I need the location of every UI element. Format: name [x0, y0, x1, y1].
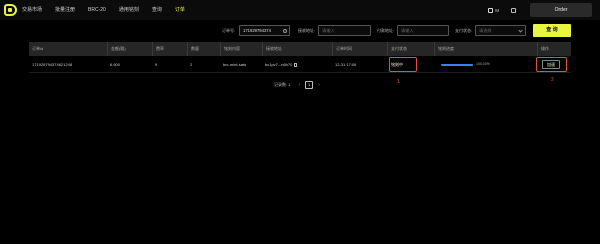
receive-address-label: 接收地址: — [298, 28, 316, 33]
cell-fee: 9 — [155, 62, 158, 67]
cell-address: bc1pv7...n6h70 — [262, 56, 298, 73]
col-content: 铭刻内容 — [220, 42, 262, 56]
table-header: 订单id 金额(聪) 费率 数量 铭刻内容 接收地址 订单时间 支付状态 铭刻进… — [29, 42, 571, 56]
record-count: 记录数: 1 — [274, 82, 291, 87]
chevron-down-icon — [518, 28, 523, 33]
pagination: 记录数: 1 ‹ 1 › — [274, 81, 323, 89]
nav-item-batch-register[interactable]: 批量注册 — [55, 6, 75, 14]
language-icon — [488, 7, 494, 13]
cell-content: brc-mint-sats — [223, 62, 247, 67]
order-button[interactable]: Order — [530, 3, 592, 17]
col-time: 订单时间 — [332, 42, 387, 56]
col-action: 操作 — [537, 42, 571, 56]
main-nav: 交易市场 批量注册 BRC-20 通用铭刻 查询 订单 — [22, 6, 198, 14]
annotation-marker-1: 1 — [397, 79, 400, 85]
settings-icon[interactable] — [511, 7, 516, 13]
nav-item-brc20[interactable]: BRC-20 — [88, 6, 106, 14]
nav-item-market[interactable]: 交易市场 — [22, 6, 42, 14]
nav-right-group: M Order — [488, 3, 592, 17]
inscribe-progress-label: 100.00% — [476, 62, 490, 66]
pay-status-label: 支付状态: — [455, 28, 473, 33]
order-id-value: 171929794374 — [243, 28, 271, 33]
receive-address-input[interactable]: 请输入 — [318, 25, 371, 36]
annotation-marker-2: 2 — [551, 77, 554, 83]
language-switcher[interactable]: M — [488, 7, 499, 13]
brand-logo[interactable] — [4, 4, 17, 16]
cell-quantity: 2 — [190, 62, 193, 67]
order-id-label: 订单号: — [222, 28, 236, 33]
accelerate-button[interactable]: 加速 — [542, 60, 560, 69]
language-label: M — [495, 7, 499, 13]
pay-status-select[interactable]: 请选择 — [475, 25, 526, 36]
cell-pay-status: 铭刻中 — [391, 62, 403, 67]
filter-bar: 订单号: 171929794374 接收地址: 请输入 付款地址: 请输入 支付… — [0, 24, 600, 38]
cell-amount: 6,600 — [110, 62, 121, 67]
next-page-icon[interactable]: › — [318, 82, 320, 88]
top-navigation-bar: 交易市场 批量注册 BRC-20 通用铭刻 查询 订单 M Order — [0, 0, 600, 20]
inscribe-progress-fill — [441, 63, 473, 66]
nav-item-query[interactable]: 查询 — [152, 6, 162, 14]
pay-address-input[interactable]: 请输入 — [397, 25, 449, 36]
col-order-id: 订单id — [32, 46, 44, 51]
col-address: 接收地址 — [262, 42, 332, 56]
order-id-input[interactable]: 171929794374 — [239, 25, 290, 36]
query-button[interactable]: 查 询 — [533, 24, 571, 37]
page-number-button[interactable]: 1 — [305, 81, 314, 89]
col-amount: 金额(聪) — [107, 42, 152, 56]
col-progress: 铭刻进度 — [434, 42, 537, 56]
col-fee: 费率 — [152, 42, 187, 56]
cell-order-id: 171929794374621248 — [32, 62, 73, 67]
table-row: 171929794374621248 6,600 9 2 brc-mint-sa… — [29, 56, 571, 73]
orders-table: 订单id 金额(聪) 费率 数量 铭刻内容 接收地址 订单时间 支付状态 铭刻进… — [29, 42, 571, 73]
nav-item-inscribe[interactable]: 通用铭刻 — [119, 6, 139, 14]
cell-address-text: bc1pv7...n6h70 — [265, 62, 293, 67]
prev-page-icon[interactable]: ‹ — [298, 82, 300, 88]
pay-status-placeholder: 请选择 — [479, 28, 492, 33]
nav-item-orders[interactable]: 订单 — [175, 6, 185, 14]
clear-icon[interactable] — [283, 29, 287, 33]
cell-time: 12-31 17:06 — [335, 62, 357, 67]
copy-icon[interactable] — [294, 62, 298, 67]
pay-address-label: 付款地址: — [377, 28, 395, 33]
col-pay-status: 支付状态 — [387, 42, 434, 56]
col-quantity: 数量 — [187, 42, 220, 56]
inscribe-progress-bar — [441, 63, 473, 66]
